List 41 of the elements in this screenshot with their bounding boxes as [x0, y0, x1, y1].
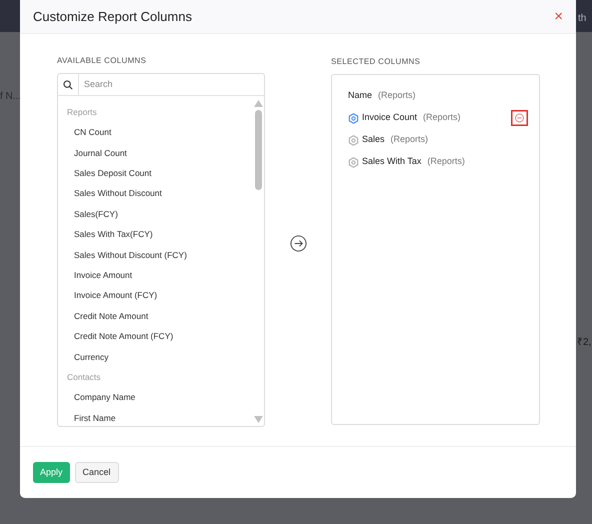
column-option[interactable]: Currency: [67, 346, 252, 368]
group-heading: Reports: [67, 106, 98, 119]
column-name: Sales With Tax: [362, 155, 422, 168]
column-name: Name: [348, 89, 372, 102]
column-option[interactable]: Sales Without Discount: [67, 184, 252, 204]
column-name: Invoice Count: [362, 111, 418, 124]
remove-icon[interactable]: [511, 110, 528, 126]
column-option[interactable]: Sales(FCY): [67, 204, 252, 224]
column-source: (Reports): [427, 155, 465, 168]
backdrop-text: th: [578, 12, 586, 26]
move-right-icon[interactable]: [290, 234, 306, 252]
backdrop-text: ₹2,: [577, 336, 592, 350]
column-option[interactable]: Credit Note Amount: [67, 306, 252, 326]
search-field[interactable]: Search: [79, 78, 264, 92]
column-option[interactable]: Invoice Amount: [67, 265, 252, 286]
drag-handle-icon[interactable]: [348, 134, 359, 146]
column-option[interactable]: Sales Deposit Count: [67, 163, 252, 184]
cancel-button[interactable]: Cancel: [74, 462, 119, 483]
close-button[interactable]: ×: [554, 9, 563, 24]
column-source: (Reports): [390, 133, 428, 146]
column-option[interactable]: Sales Without Discount (FCY): [67, 244, 252, 266]
column-option[interactable]: First Name: [67, 408, 252, 426]
column-option[interactable]: CN Count: [67, 122, 252, 143]
backdrop-text: f N...: [0, 90, 22, 104]
column-option[interactable]: Sales With Tax(FCY): [67, 224, 252, 245]
drag-handle-icon[interactable]: [348, 156, 359, 168]
column-option[interactable]: Credit Note Amount (FCY): [67, 326, 252, 347]
section-label: AVAILABLE COLUMNS: [57, 55, 148, 67]
dialog-title: Customize Report Columns: [33, 8, 192, 26]
column-option[interactable]: Invoice Amount (FCY): [67, 286, 252, 306]
search-icon: [63, 80, 73, 90]
group-heading: Contacts: [67, 370, 102, 384]
scroll-up-icon[interactable]: [254, 100, 262, 107]
column-option[interactable]: Company Name: [67, 387, 252, 408]
column-source: (Reports): [378, 89, 416, 102]
section-label: SELECTED COLUMNS: [331, 56, 422, 68]
scroll-down-icon[interactable]: [254, 416, 262, 423]
drag-handle-icon[interactable]: [348, 112, 359, 124]
column-source: (Reports): [423, 111, 461, 124]
column-name: Sales: [362, 133, 385, 146]
column-option[interactable]: Journal Count: [67, 142, 252, 164]
